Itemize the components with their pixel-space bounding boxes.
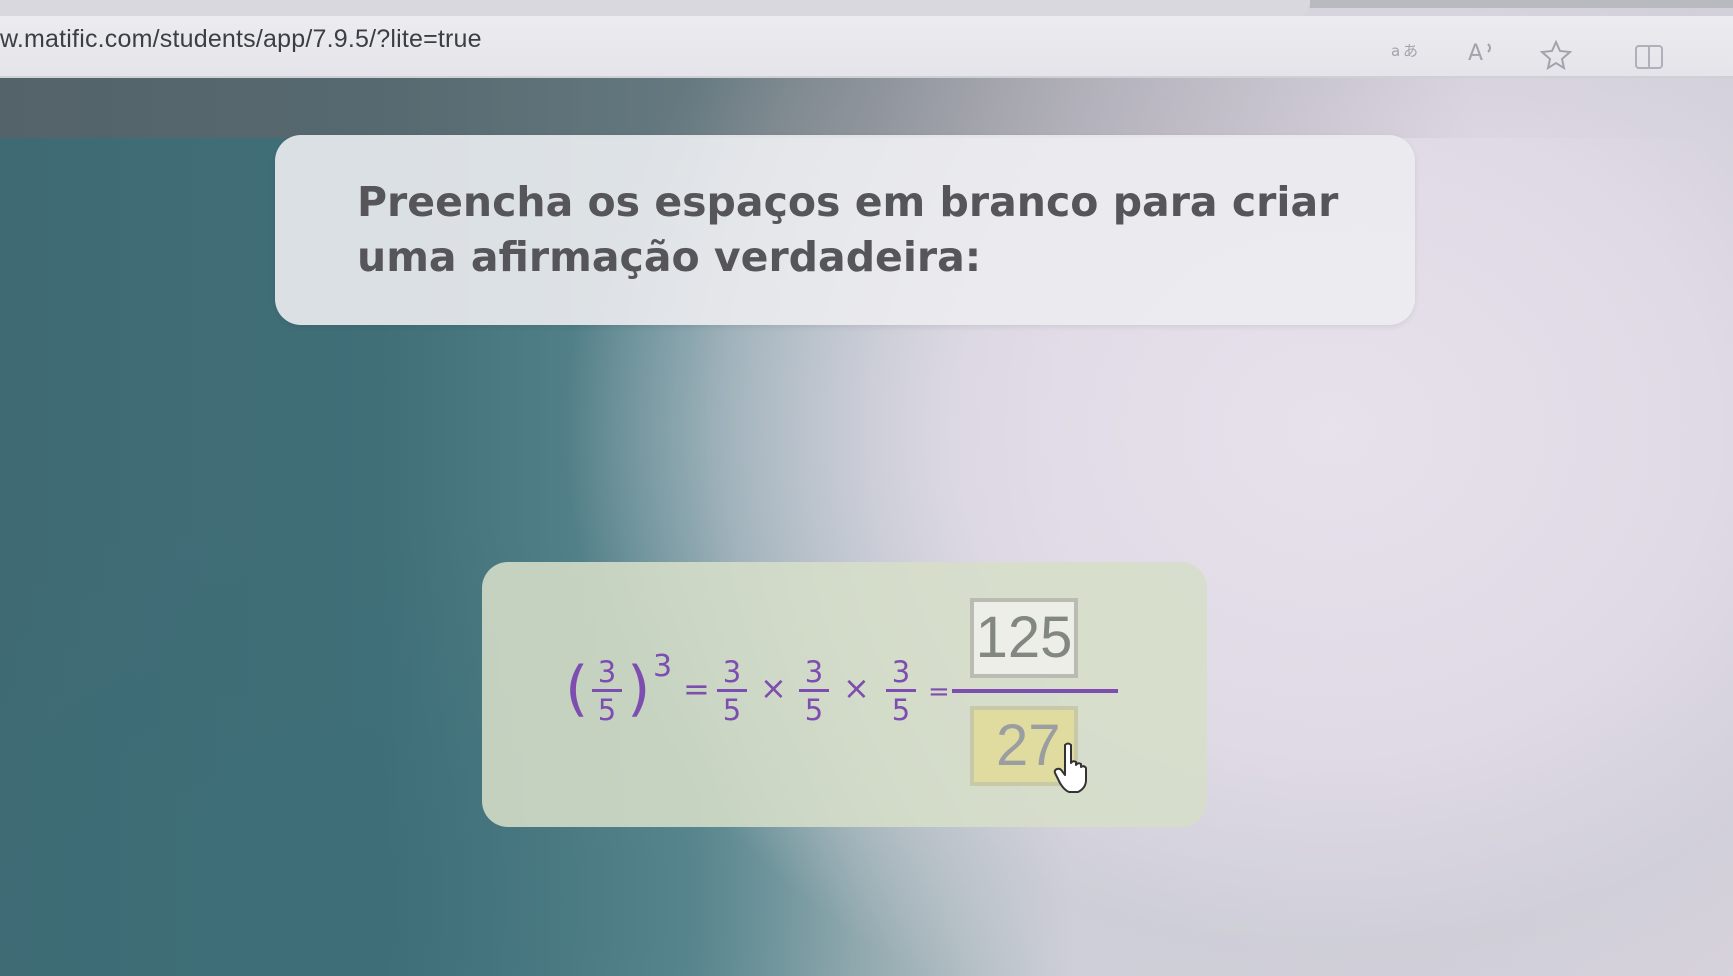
svg-text:a: a <box>1391 42 1400 60</box>
instruction-text: Preencha os espaços em branco para criar… <box>357 178 1339 281</box>
favorite-star-icon[interactable] <box>1539 39 1573 75</box>
split-screen-icon[interactable] <box>1634 44 1664 75</box>
close-paren: ) <box>627 654 651 724</box>
factor-3-fraction-bar <box>886 689 916 692</box>
hand-pointer-cursor-icon <box>1053 741 1093 797</box>
factor-3-denominator: 5 <box>891 693 911 727</box>
svg-text:あ: あ <box>1403 42 1418 60</box>
factor-1-fraction-bar <box>717 689 747 692</box>
base-numerator: 3 <box>597 655 617 689</box>
equals-sign-2: = <box>928 677 950 707</box>
factor-2-numerator: 3 <box>804 655 824 689</box>
answer-numerator-box[interactable]: 125 <box>970 598 1078 678</box>
exponent: 3 <box>653 649 673 684</box>
base-fraction-bar <box>592 689 622 692</box>
instruction-card: Preencha os espaços em branco para criar… <box>275 135 1415 325</box>
base-denominator: 5 <box>597 693 617 727</box>
answer-fraction-bar <box>952 689 1118 693</box>
times-sign-1: × <box>760 669 787 707</box>
factor-2-fraction-bar <box>799 689 829 692</box>
svg-text:A: A <box>1468 41 1483 66</box>
url-text[interactable]: w.matific.com/students/app/7.9.5/?lite=t… <box>0 25 482 54</box>
read-aloud-icon[interactable]: A <box>1466 38 1500 71</box>
factor-2-denominator: 5 <box>804 693 824 727</box>
equals-sign-1: = <box>683 670 710 708</box>
active-tab-edge <box>0 0 1310 16</box>
times-sign-2: × <box>843 669 870 707</box>
open-paren: ( <box>565 654 589 724</box>
translate-icon[interactable]: aあ <box>1390 38 1424 67</box>
factor-1-numerator: 3 <box>722 655 742 689</box>
app-header-band <box>0 78 1733 138</box>
factor-1-denominator: 5 <box>722 693 742 727</box>
factor-3-numerator: 3 <box>891 655 911 689</box>
